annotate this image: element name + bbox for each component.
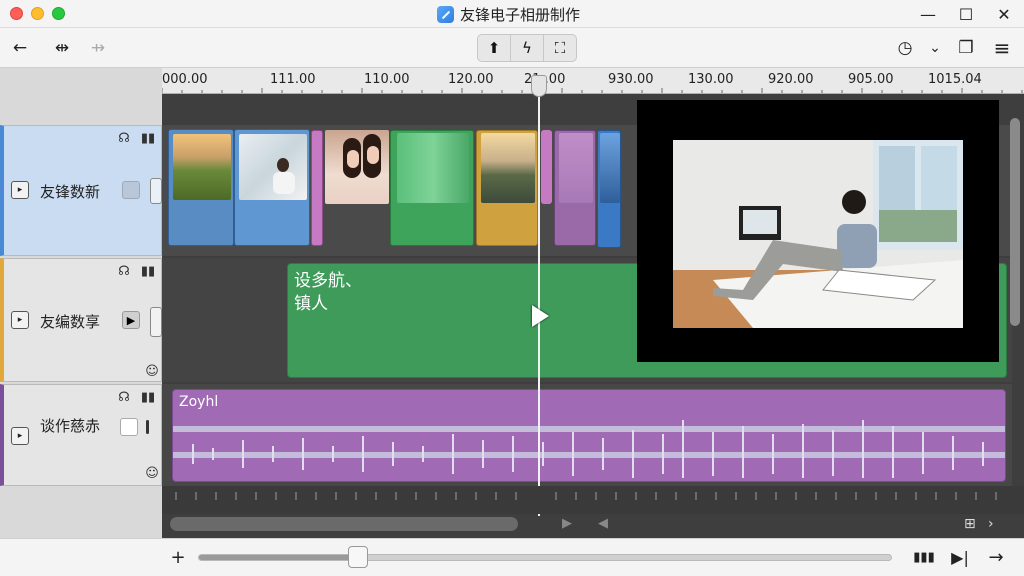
app-icon (437, 5, 454, 23)
video-clip[interactable] (234, 129, 310, 246)
grid-icon[interactable]: ⊞ (964, 516, 976, 532)
video-clip[interactable] (168, 129, 234, 246)
ruler-label: 110.00 (364, 72, 410, 87)
track-header-title[interactable]: ▸ 友编数享 ☊ ▮▮ ▶ ☺ (0, 258, 162, 382)
window-title-text: 友锋电子相册制作 (460, 5, 581, 24)
clip-thumbnail (481, 133, 535, 203)
close-window-button[interactable] (10, 7, 23, 20)
zoom-slider-fill (199, 555, 359, 560)
video-clip[interactable] (390, 130, 474, 246)
ruler-label: 130.00 (688, 72, 734, 87)
video-clip[interactable] (597, 130, 621, 248)
title-bar: 友锋电子相册制作 — ☐ ✕ (0, 0, 1024, 28)
clip-thumbnail (397, 133, 469, 203)
playhead-line[interactable] (538, 76, 540, 516)
track-handle[interactable] (150, 307, 162, 337)
ruler-label: 120.00 (448, 72, 494, 87)
clip-thumbnail (600, 133, 620, 203)
play-track-icon[interactable]: ▶ (122, 311, 140, 329)
timeline-ruler[interactable]: 000.00 111.00 110.00 120.00 21 .00 930.0… (162, 68, 1024, 94)
headphone-icon[interactable]: ☊ (116, 263, 132, 279)
title-clip-text: 设多航、 镇人 (294, 271, 362, 314)
toolbar: ← ⇹ ⇸ ⬆ ϟ ⛶ ◷ ⌄ ❐ ≡ (0, 28, 1024, 68)
horizontal-scrollbar[interactable] (170, 517, 518, 531)
timeline-ticks (162, 486, 1024, 514)
add-icon[interactable]: + (166, 546, 190, 568)
track-label: 友锋数新 (40, 183, 101, 201)
clip-thumbnail (173, 134, 231, 200)
video-clip[interactable] (554, 130, 596, 246)
playhead-handle[interactable] (531, 75, 547, 97)
disclosure-icon[interactable]: ▸ (11, 427, 29, 445)
close-icon[interactable]: ✕ (992, 2, 1016, 26)
track-header-audio[interactable]: ▸ 谈作慈赤 ☊ ▮▮ ☺ (0, 384, 162, 486)
chevron-right-icon[interactable]: › (988, 516, 994, 532)
face-icon[interactable]: ☺ (144, 363, 160, 379)
tick-marks (175, 492, 997, 500)
preview-window[interactable] (637, 100, 999, 362)
clock-icon[interactable]: ◷ (893, 36, 917, 60)
clip-thumbnail (559, 133, 593, 203)
track-label: 友编数享 (40, 313, 101, 331)
video-clip[interactable] (476, 130, 538, 246)
magic-icon[interactable]: ϟ (511, 35, 544, 61)
upload-arrow-icon[interactable]: ⬆ (478, 35, 511, 61)
zoom-slider-thumb[interactable] (347, 546, 368, 568)
window-title: 友锋电子相册制作 (437, 4, 580, 24)
headphone-icon[interactable]: ☊ (116, 389, 132, 405)
split-disabled-icon[interactable]: ⇸ (86, 36, 110, 60)
back-arrow-icon[interactable]: ← (8, 36, 32, 60)
audio-bars-icon[interactable]: ▮▮▮ (912, 546, 936, 568)
split-clip-icon[interactable]: ⇹ (50, 36, 74, 60)
window-icon[interactable]: ❐ (954, 36, 978, 60)
zoom-slider[interactable] (198, 554, 892, 561)
face-icon[interactable]: ☺ (144, 465, 160, 481)
preview-play-icon[interactable]: ▶ (562, 516, 572, 531)
clip-thumbnail (325, 130, 389, 204)
waveform-icon[interactable]: ▮▮ (140, 130, 156, 146)
forward-arrow-icon[interactable]: → (984, 546, 1008, 568)
track-handle[interactable] (150, 178, 162, 204)
ruler-label: 111.00 (270, 72, 316, 87)
ruler-label: 000.00 (162, 72, 208, 87)
menu-icon[interactable]: ≡ (990, 36, 1014, 60)
transition-clip[interactable] (541, 130, 552, 204)
preview-frame (673, 140, 963, 328)
ruler-label: 920.00 (768, 72, 814, 87)
chevron-down-icon[interactable]: ⌄ (923, 36, 947, 60)
ruler-label: 905.00 (848, 72, 894, 87)
level-marker (146, 420, 149, 434)
vertical-scrollbar[interactable] (1010, 118, 1020, 326)
mute-checkbox[interactable] (120, 418, 138, 436)
ruler-label: 930.00 (608, 72, 654, 87)
headphone-icon[interactable]: ☊ (116, 130, 132, 146)
disclosure-icon[interactable]: ▸ (11, 311, 29, 329)
disclosure-icon[interactable]: ▸ (11, 181, 29, 199)
clip-thumbnail (239, 134, 307, 200)
minimize-window-button[interactable] (31, 7, 44, 20)
video-clip[interactable] (325, 130, 389, 204)
mute-toggle[interactable] (122, 181, 140, 199)
audio-waveform (173, 420, 1005, 478)
ruler-label: 1015.04 (928, 72, 982, 87)
minimize-icon[interactable]: — (916, 2, 940, 26)
waveform-icon[interactable]: ▮▮ (140, 389, 156, 405)
track-header-video[interactable]: ▸ 友锋数新 ☊ ▮▮ (0, 125, 162, 256)
crop-icon[interactable]: ⛶ (544, 35, 576, 61)
maximize-icon[interactable]: ☐ (954, 2, 978, 26)
audio-clip[interactable]: Zoyhl (172, 389, 1006, 482)
waveform-icon[interactable]: ▮▮ (140, 263, 156, 279)
transition-clip[interactable] (311, 130, 323, 246)
skip-forward-icon[interactable]: ▶| (948, 546, 972, 568)
volume-icon[interactable]: ◀ (598, 516, 608, 531)
zoom-window-button[interactable] (52, 7, 65, 20)
play-icon[interactable] (532, 305, 549, 327)
tool-segment-group: ⬆ ϟ ⛶ (477, 34, 577, 62)
track-label: 谈作慈赤 (40, 417, 101, 435)
